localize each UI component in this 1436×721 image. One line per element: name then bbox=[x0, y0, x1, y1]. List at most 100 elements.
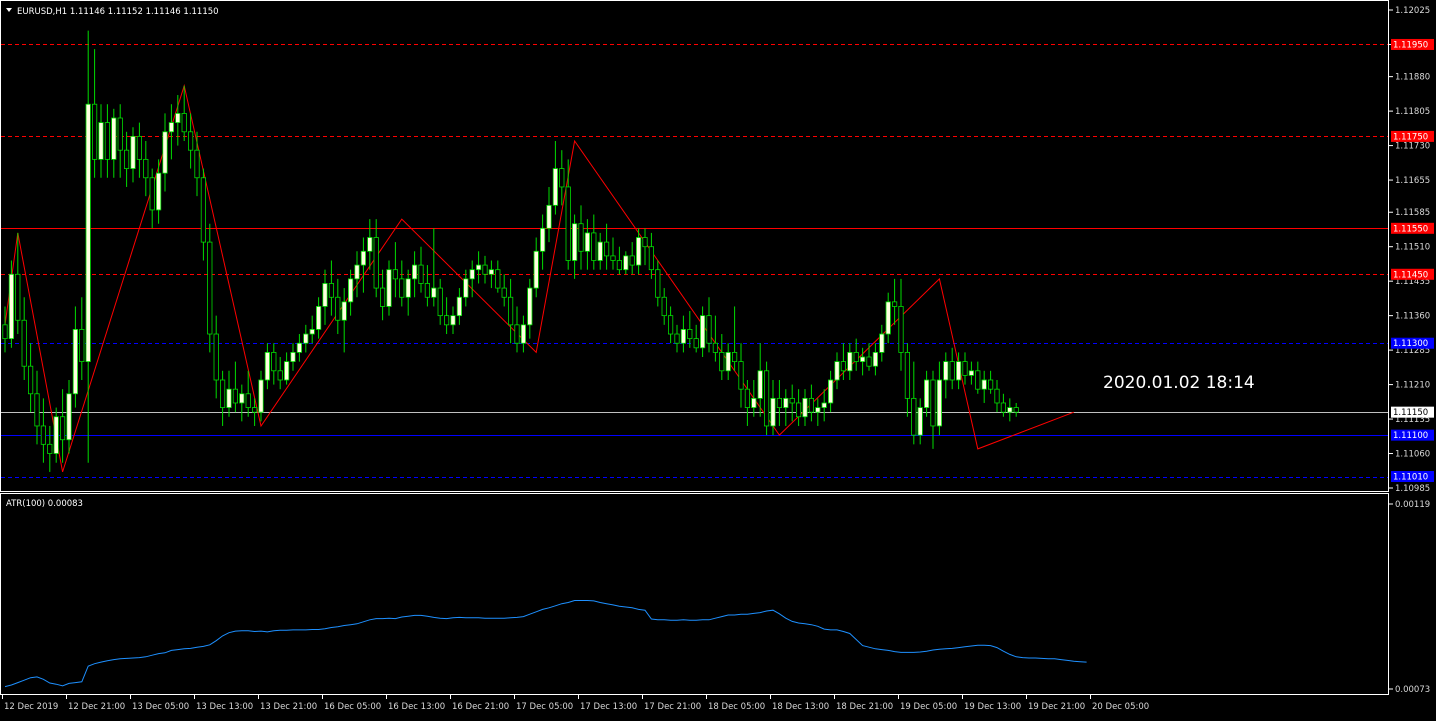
candle-body-bear bbox=[610, 255, 616, 261]
time-tick-label: 12 Dec 21:00 bbox=[68, 702, 125, 712]
candle-body-bear bbox=[219, 379, 226, 408]
candle-body-bear bbox=[674, 333, 680, 344]
candle-body-bear bbox=[994, 388, 1000, 404]
candle-body-bear bbox=[1000, 402, 1007, 413]
time-tick-label: 16 Dec 21:00 bbox=[452, 702, 509, 712]
level-label: 1.11750 bbox=[1393, 132, 1428, 142]
candle-body-bull bbox=[72, 329, 78, 395]
candle-body-bull bbox=[924, 379, 930, 408]
candle-body-bear bbox=[904, 352, 911, 399]
candle-body-bull bbox=[783, 397, 789, 408]
candle-body-bull bbox=[411, 264, 418, 280]
price-tick-label: 1.11360 bbox=[1395, 312, 1430, 322]
candle-body-bull bbox=[303, 333, 309, 344]
candle-body-bull bbox=[296, 342, 303, 353]
candle-body-bear bbox=[565, 186, 571, 261]
candle-body-bear bbox=[616, 260, 623, 271]
candle-body-bull bbox=[456, 296, 463, 317]
candle-body-bull bbox=[943, 361, 949, 381]
candle-body-bull bbox=[98, 122, 104, 160]
candle-body-bull bbox=[527, 287, 533, 326]
time-tick-label: 16 Dec 05:00 bbox=[324, 702, 381, 712]
candle-body-bull bbox=[162, 131, 168, 174]
candle-body-bear bbox=[277, 370, 283, 381]
price-tick-label: 1.12025 bbox=[1395, 6, 1430, 16]
candle-body-bull bbox=[283, 361, 290, 381]
candle-body-bull bbox=[258, 379, 264, 413]
chart-window[interactable]: 1.12025 1.11950 1.11880 1.11805 1.11730 1.116… bbox=[0, 0, 1436, 717]
candle-body-bear bbox=[251, 407, 258, 413]
candle-body-bear bbox=[578, 223, 584, 252]
candle-body-bear bbox=[40, 425, 47, 445]
candle-body-bear bbox=[187, 131, 194, 151]
candle-body-bear bbox=[213, 333, 219, 381]
candle-body-bear bbox=[104, 122, 110, 160]
candle-body-bear bbox=[399, 278, 405, 298]
time-tick-label: 19 Dec 13:00 bbox=[964, 702, 1021, 712]
candle-body-bear bbox=[271, 352, 277, 372]
candle-body-bear bbox=[738, 361, 744, 390]
candle-body-bear bbox=[443, 315, 450, 326]
candle-body-bull bbox=[834, 361, 840, 381]
time-tick-label: 19 Dec 21:00 bbox=[1028, 702, 1085, 712]
candle-body-bull bbox=[354, 264, 360, 280]
candle-body-bear bbox=[47, 443, 53, 454]
candle-body-bear bbox=[732, 352, 738, 363]
candle-body-bull bbox=[540, 227, 546, 252]
current-price-label: 1.11150 bbox=[1393, 408, 1428, 418]
candle-body-bear bbox=[79, 329, 85, 363]
price-tick-label: 1.11585 bbox=[1395, 208, 1430, 218]
candle-body-bear bbox=[668, 315, 674, 335]
candle-body-bear bbox=[764, 370, 770, 427]
price-tick-label: 1.11880 bbox=[1395, 73, 1430, 83]
candle-body-bear bbox=[693, 338, 699, 349]
candle-body-bear bbox=[15, 273, 21, 321]
candle-body-bear bbox=[789, 397, 795, 404]
candle-body-bull bbox=[347, 278, 354, 303]
candle-body-bear bbox=[719, 352, 725, 372]
candle-body-bull bbox=[431, 287, 437, 298]
candle-body-bear bbox=[328, 283, 335, 298]
time-tick-label: 13 Dec 05:00 bbox=[132, 702, 189, 712]
candle-body-bear bbox=[495, 269, 501, 289]
candle-body-bear bbox=[418, 264, 424, 284]
price-tick-label: 1.11060 bbox=[1395, 450, 1430, 460]
level-label: 1.11950 bbox=[1393, 40, 1428, 50]
time-tick-label: 12 Dec 2019 bbox=[4, 702, 58, 712]
price-tick-label: 1.11805 bbox=[1395, 107, 1430, 117]
candle-body-bear bbox=[949, 361, 955, 381]
price-chart-svg[interactable]: 1.12025 1.11950 1.11880 1.11805 1.11730 1.116… bbox=[0, 0, 1436, 717]
candle-body-bull bbox=[872, 352, 879, 367]
candle-body-bear bbox=[379, 287, 386, 307]
candle-body-bear bbox=[181, 113, 187, 133]
candle-body-bull bbox=[309, 329, 315, 335]
candle-body-bull bbox=[917, 407, 923, 436]
candle-body-bull bbox=[130, 135, 136, 169]
atr-header: ATR(100) 0.00083 bbox=[6, 499, 83, 509]
time-tick-label: 17 Dec 05:00 bbox=[516, 702, 573, 712]
candle-body-bull bbox=[879, 333, 885, 353]
candle-body-bear bbox=[34, 393, 40, 427]
candle-body-bear bbox=[744, 388, 751, 408]
candle-body-bull bbox=[770, 397, 776, 427]
timestamp-overlay: 2020.01.02 18:14 bbox=[1103, 373, 1255, 393]
candle-body-bear bbox=[840, 361, 847, 372]
candle-body-bear bbox=[661, 296, 667, 317]
candle-body-bear bbox=[92, 103, 98, 160]
price-tick-label: 1.11730 bbox=[1395, 142, 1430, 152]
candle-body-bear bbox=[335, 296, 341, 321]
candle-body-bull bbox=[290, 352, 296, 363]
candle-body-bull bbox=[168, 122, 174, 133]
candle-body-bear bbox=[482, 264, 488, 275]
candle-body-bear bbox=[930, 379, 936, 427]
price-tick-label: 1.11510 bbox=[1395, 243, 1430, 253]
candle-body-bull bbox=[623, 255, 629, 271]
candle-body-bear bbox=[962, 361, 968, 376]
candle-body-bear bbox=[507, 296, 514, 326]
candle-body-bull bbox=[239, 393, 245, 404]
time-tick-label: 18 Dec 13:00 bbox=[772, 702, 829, 712]
candle-body-bear bbox=[808, 397, 815, 413]
candle-body-bear bbox=[373, 237, 379, 289]
candle-body-bull bbox=[322, 283, 328, 307]
time-tick-label: 20 Dec 05:00 bbox=[1092, 702, 1149, 712]
